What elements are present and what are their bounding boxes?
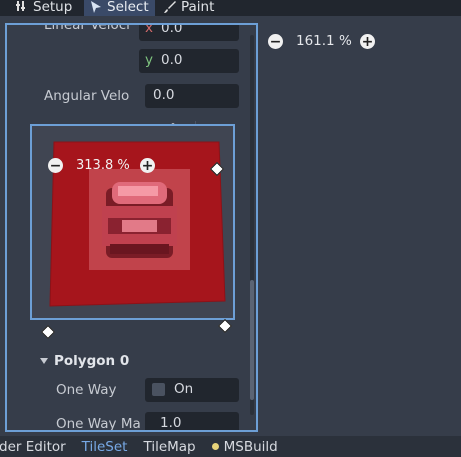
bottom-panel-bar: der Editor TileSet TileMap MSBuild — [0, 436, 461, 457]
viewport-zoom-label[interactable]: 161.1 % — [296, 33, 352, 49]
zoom-out-icon: − — [269, 33, 282, 50]
paint-tab[interactable]: Paint — [164, 0, 214, 16]
chevron-down-icon — [40, 358, 48, 364]
bottom-tab-msbuild-label: MSBuild — [223, 438, 278, 455]
brush-icon — [164, 0, 176, 13]
one-way-margin-label: One Way Ma — [56, 416, 141, 432]
select-tab[interactable]: Select — [84, 0, 155, 16]
y-axis-label: y — [145, 52, 153, 68]
linear-velocity-x-field[interactable]: x 0.0 — [139, 23, 239, 41]
setup-tab[interactable]: Setup — [16, 0, 72, 16]
linear-velocity-x-value: 0.0 — [161, 23, 183, 36]
tile-polygon-editor[interactable]: − 313.8 % + — [30, 124, 235, 320]
bottom-tab-msbuild[interactable]: MSBuild — [211, 438, 278, 455]
bottom-tab-tileset[interactable]: TileSet — [82, 439, 128, 455]
tile-sprite — [102, 182, 177, 258]
tile-zoom-in-button[interactable]: + — [140, 158, 155, 173]
tile-zoom-out-icon: − — [49, 157, 62, 174]
top-toolbar: Setup Select Paint — [0, 0, 461, 16]
paint-tab-label: Paint — [181, 0, 215, 15]
one-way-checkbox[interactable] — [152, 383, 165, 396]
setup-tab-label: Setup — [33, 0, 73, 15]
angular-velocity-value: 0.0 — [153, 87, 175, 103]
polygon-section-label: Polygon 0 — [54, 353, 130, 369]
angular-velocity-label: Angular Velo — [44, 88, 130, 104]
one-way-checkbox-label: On — [174, 381, 194, 397]
inspector-scrollbar-thumb[interactable] — [250, 280, 254, 400]
linear-velocity-y-field[interactable]: y 0.0 — [139, 49, 239, 73]
bottom-tab-tilemap[interactable]: TileMap — [143, 439, 195, 455]
polygon-section-header[interactable]: Polygon 0 — [40, 353, 129, 369]
viewport-zoom-out-button[interactable]: − — [268, 34, 283, 49]
linear-velocity-y-value: 0.0 — [161, 52, 183, 68]
inspector-scrollbar[interactable] — [250, 35, 254, 415]
one-way-margin-value: 1.0 — [160, 415, 182, 431]
zoom-in-icon: + — [361, 33, 374, 50]
select-tab-label: Select — [107, 0, 149, 15]
setup-icon — [16, 0, 25, 11]
status-dot-icon — [211, 443, 219, 450]
tile-zoom-label[interactable]: 313.8 % — [76, 158, 130, 173]
tile-zoom-in-icon: + — [141, 157, 154, 174]
one-way-label: One Way — [56, 382, 117, 398]
viewport-zoom-in-button[interactable]: + — [360, 34, 375, 49]
one-way-toggle[interactable]: On — [145, 378, 239, 402]
tile-zoom-out-button[interactable]: − — [48, 158, 63, 173]
x-axis-label: x — [145, 23, 153, 36]
linear-velocity-label: Linear Veloci — [44, 23, 130, 33]
collision-polygon-canvas[interactable] — [32, 126, 233, 318]
angular-velocity-field[interactable]: 0.0 — [145, 84, 239, 108]
cursor-icon — [91, 0, 101, 13]
one-way-margin-field[interactable]: 1.0 — [145, 412, 239, 431]
bottom-tab-shader-editor[interactable]: der Editor — [0, 439, 66, 455]
